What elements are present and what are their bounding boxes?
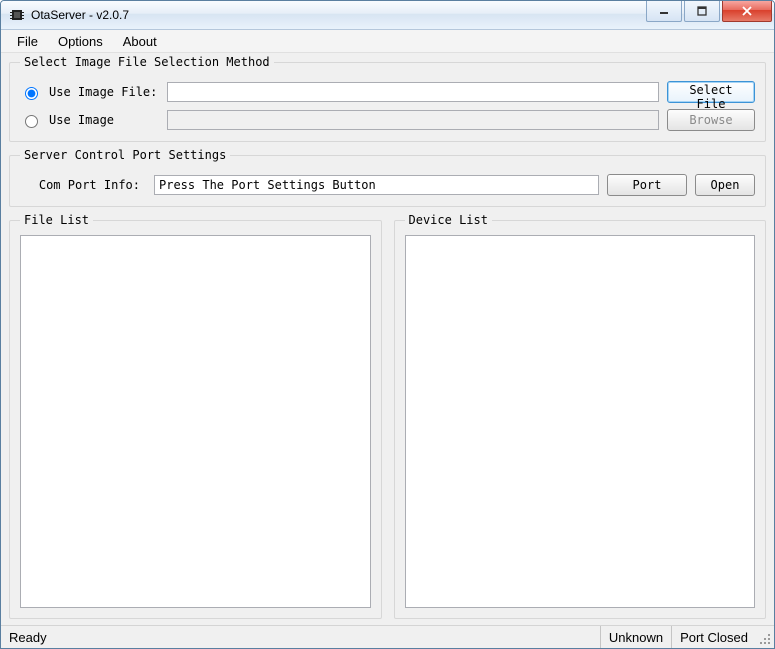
select-file-button[interactable]: Select File [667, 81, 755, 103]
com-port-info-label: Com Port Info: [20, 178, 146, 192]
menubar: File Options About [1, 30, 774, 53]
use-image-radio[interactable] [25, 115, 38, 128]
server-port-legend: Server Control Port Settings [20, 148, 230, 162]
image-selection-legend: Select Image File Selection Method [20, 55, 274, 69]
use-image-label: Use Image [49, 113, 159, 127]
status-port: Port Closed [671, 626, 756, 648]
minimize-icon [659, 6, 669, 16]
file-list-legend: File List [20, 213, 93, 227]
use-image-file-label: Use Image File: [49, 85, 159, 99]
menu-about[interactable]: About [113, 31, 167, 52]
device-list-group: Device List [394, 213, 767, 619]
use-image-file-radio[interactable] [25, 87, 38, 100]
menu-options[interactable]: Options [48, 31, 113, 52]
use-image-file-row: Use Image File: Select File [20, 81, 755, 103]
server-port-group: Server Control Port Settings Com Port In… [9, 148, 766, 207]
port-button[interactable]: Port [607, 174, 687, 196]
app-window: OtaServer - v2.0.7 File Options About Se… [0, 0, 775, 649]
app-icon [9, 7, 25, 23]
maximize-button[interactable] [684, 1, 720, 22]
browse-button[interactable]: Browse [667, 109, 755, 131]
image-selection-group: Select Image File Selection Method Use I… [9, 55, 766, 142]
minimize-button[interactable] [646, 1, 682, 22]
device-list-box[interactable] [405, 235, 756, 608]
close-button[interactable] [722, 1, 772, 22]
menu-file[interactable]: File [7, 31, 48, 52]
window-controls [646, 1, 774, 29]
image-name-input[interactable] [167, 110, 659, 130]
device-list-legend: Device List [405, 213, 492, 227]
lists-container: File List Device List [9, 213, 766, 619]
resize-grip-icon[interactable] [756, 626, 774, 648]
client-area: Select Image File Selection Method Use I… [1, 53, 774, 625]
window-title: OtaServer - v2.0.7 [31, 8, 646, 22]
close-icon [741, 6, 753, 16]
use-image-row: Use Image Browse [20, 109, 755, 131]
com-port-info-input[interactable] [154, 175, 599, 195]
image-file-path-input[interactable] [167, 82, 659, 102]
statusbar: Ready Unknown Port Closed [1, 625, 774, 648]
status-ready: Ready [1, 626, 600, 648]
maximize-icon [697, 6, 707, 16]
file-list-box[interactable] [20, 235, 371, 608]
com-port-row: Com Port Info: Port Open [20, 174, 755, 196]
open-button[interactable]: Open [695, 174, 755, 196]
titlebar: OtaServer - v2.0.7 [1, 1, 774, 30]
status-unknown: Unknown [600, 626, 671, 648]
file-list-group: File List [9, 213, 382, 619]
